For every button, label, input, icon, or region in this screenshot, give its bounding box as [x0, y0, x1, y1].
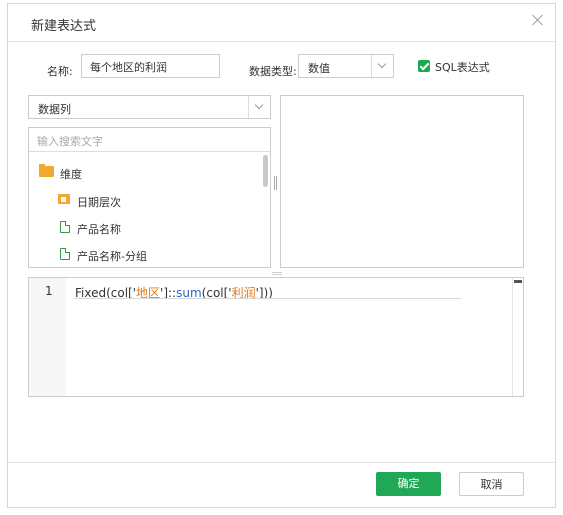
tree-scrollbar[interactable]: [263, 155, 268, 187]
chevron-down-icon: [377, 59, 387, 69]
editor-scrollbar[interactable]: [512, 278, 523, 396]
vertical-splitter[interactable]: [274, 176, 277, 190]
name-label: 名称:: [47, 65, 73, 78]
cancel-button[interactable]: 取消: [459, 472, 524, 496]
editor-gutter: 1: [29, 278, 66, 396]
search-input[interactable]: 输入搜索文字: [29, 128, 270, 152]
doc-icon: [60, 248, 70, 260]
column-select[interactable]: 数据列: [28, 95, 271, 119]
chevron-down-icon: [254, 100, 264, 110]
dialog-titlebar: 新建表达式: [8, 4, 555, 42]
horizontal-splitter[interactable]: [272, 272, 282, 275]
data-type-value: 数值: [308, 62, 330, 75]
folder-icon: [39, 164, 54, 177]
type-label: 数据类型:: [249, 65, 297, 78]
active-line-marker: [75, 298, 461, 299]
ok-button[interactable]: 确定: [376, 472, 441, 496]
scroll-thumb[interactable]: [514, 280, 522, 283]
dropdown-button[interactable]: [248, 96, 270, 118]
column-select-value: 数据列: [38, 103, 71, 116]
tree-item-label: 产品名称-分组: [77, 250, 147, 263]
dropdown-button[interactable]: [371, 55, 393, 77]
tree-item-label: 维度: [60, 168, 82, 181]
close-icon[interactable]: [531, 13, 545, 27]
doc-icon: [60, 221, 70, 233]
detail-panel: [280, 95, 524, 268]
field-tree: 输入搜索文字 维度 日期层次 产品名称 产品名称-分组: [28, 127, 271, 268]
line-number: 1: [45, 284, 53, 298]
name-input[interactable]: 每个地区的利润: [81, 54, 220, 78]
dialog-title: 新建表达式: [31, 19, 97, 34]
date-folder-icon: [58, 194, 70, 204]
tree-item-label: 日期层次: [77, 196, 121, 209]
expression-editor[interactable]: 1 Fixed(col['地区']::sum(col['利润'])): [28, 277, 524, 397]
sql-checkbox[interactable]: [418, 60, 430, 72]
sql-label: SQL表达式: [435, 61, 490, 74]
tree-item-label: 产品名称: [77, 223, 121, 236]
data-type-select[interactable]: 数值: [298, 54, 394, 78]
